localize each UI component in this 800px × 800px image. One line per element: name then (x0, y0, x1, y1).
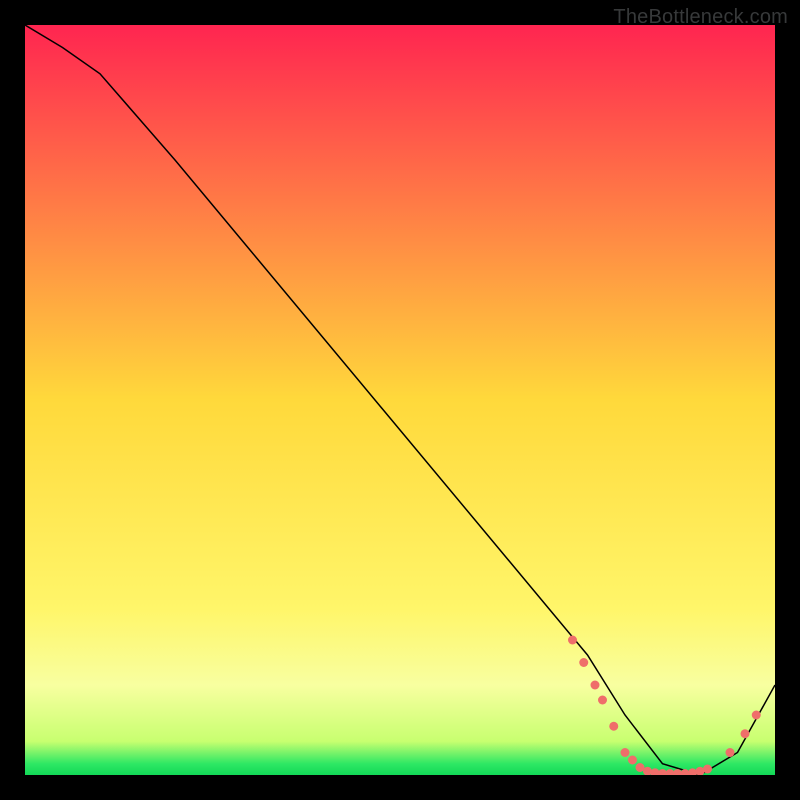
chart-background (25, 25, 775, 775)
marker-dot (741, 729, 750, 738)
marker-dot (609, 722, 618, 731)
marker-dot (568, 636, 577, 645)
marker-dot (598, 696, 607, 705)
marker-dot (628, 756, 637, 765)
marker-dot (752, 711, 761, 720)
chart-frame: TheBottleneck.com (0, 0, 800, 800)
marker-dot (703, 765, 712, 774)
chart-svg (25, 25, 775, 775)
marker-dot (591, 681, 600, 690)
marker-dot (621, 748, 630, 757)
marker-dot (726, 748, 735, 757)
watermark-text: TheBottleneck.com (613, 6, 788, 29)
marker-dot (579, 658, 588, 667)
chart-plot (25, 25, 775, 775)
